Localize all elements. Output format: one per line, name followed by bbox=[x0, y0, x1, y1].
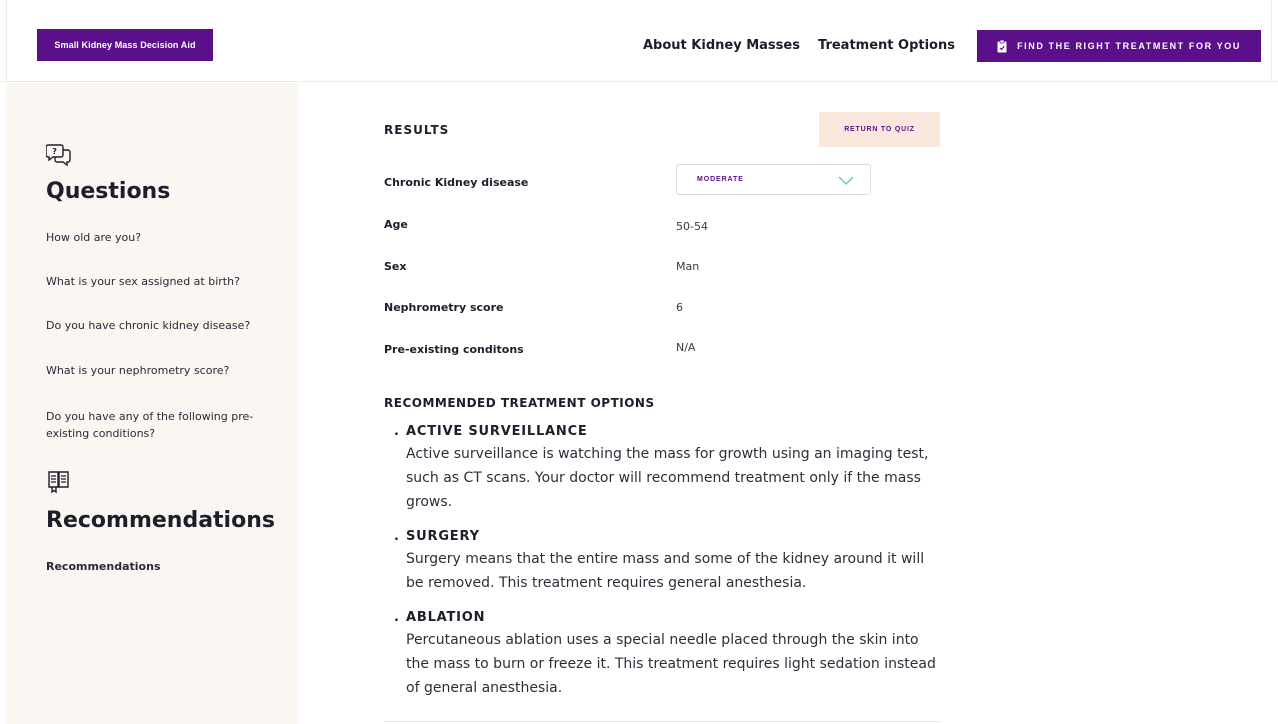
result-value-conditions: N/A bbox=[676, 341, 696, 354]
bullet: . bbox=[394, 610, 400, 625]
bullet: . bbox=[394, 529, 400, 544]
divider bbox=[6, 0, 7, 82]
option-description: Active surveillance is watching the mass… bbox=[406, 446, 929, 510]
question-link-nephrometry[interactable]: What is your nephrometry score? bbox=[46, 362, 276, 379]
result-label-conditions: Pre-existing conditons bbox=[384, 343, 524, 356]
recommendations-link[interactable]: Recommendations bbox=[46, 558, 276, 575]
questions-heading: Questions bbox=[46, 179, 171, 204]
return-to-quiz-button[interactable]: RETURN TO QUIZ bbox=[819, 112, 940, 147]
recommended-options-title: RECOMMENDED TREATMENT OPTIONS bbox=[384, 396, 655, 410]
ckd-select-value: MODERATE bbox=[697, 176, 744, 183]
find-treatment-button[interactable]: FIND THE RIGHT TREATMENT FOR YOU bbox=[977, 30, 1261, 62]
treatment-option: . ACTIVE SURVEILLANCE Active surveillance… bbox=[392, 424, 942, 514]
top-navigation-bar: Small Kidney Mass Decision Aid About Kid… bbox=[0, 0, 1278, 82]
question-link-sex[interactable]: What is your sex assigned at birth? bbox=[46, 273, 276, 290]
svg-text:?: ? bbox=[52, 147, 57, 156]
chat-question-icon: ? bbox=[46, 144, 71, 167]
divider bbox=[384, 721, 940, 722]
treatment-option: . SURGERY Surgery means that the entire m… bbox=[392, 529, 942, 595]
option-name: SURGERY bbox=[406, 529, 480, 544]
question-link-conditions[interactable]: Do you have any of the following pre-exi… bbox=[46, 408, 276, 442]
sidebar: ? Questions How old are you? What is you… bbox=[6, 83, 298, 724]
ckd-select[interactable]: MODERATE bbox=[676, 164, 871, 195]
result-value-age: 50-54 bbox=[676, 220, 708, 233]
nav-treatment-options[interactable]: Treatment Options bbox=[818, 38, 955, 53]
option-name: ABLATION bbox=[406, 610, 486, 625]
bullet: . bbox=[394, 424, 400, 439]
book-list-icon bbox=[48, 471, 69, 494]
treatment-option: . ABLATION Percutaneous ablation uses a s… bbox=[392, 610, 942, 700]
question-link-age[interactable]: How old are you? bbox=[46, 229, 276, 246]
result-label-nephrometry: Nephrometry score bbox=[384, 301, 504, 314]
question-link-ckd[interactable]: Do you have chronic kidney disease? bbox=[46, 317, 276, 334]
find-treatment-label: FIND THE RIGHT TREATMENT FOR YOU bbox=[1017, 41, 1241, 51]
clipboard-icon bbox=[997, 39, 1007, 52]
result-label-age: Age bbox=[384, 218, 408, 231]
brand-button[interactable]: Small Kidney Mass Decision Aid bbox=[37, 29, 213, 61]
option-description: Percutaneous ablation uses a special nee… bbox=[406, 632, 936, 696]
recommendations-heading: Recommendations bbox=[46, 508, 275, 533]
option-description: Surgery means that the entire mass and s… bbox=[406, 551, 925, 591]
nav-about-kidney-masses[interactable]: About Kidney Masses bbox=[643, 38, 800, 53]
result-value-sex: Man bbox=[676, 260, 700, 273]
divider bbox=[1271, 0, 1272, 82]
result-label-ckd: Chronic Kidney disease bbox=[384, 176, 529, 189]
chevron-down-icon bbox=[838, 176, 854, 186]
option-name: ACTIVE SURVEILLANCE bbox=[406, 424, 588, 439]
result-label-sex: Sex bbox=[384, 260, 407, 273]
results-title: RESULTS bbox=[384, 123, 450, 137]
result-value-nephrometry: 6 bbox=[676, 301, 683, 314]
